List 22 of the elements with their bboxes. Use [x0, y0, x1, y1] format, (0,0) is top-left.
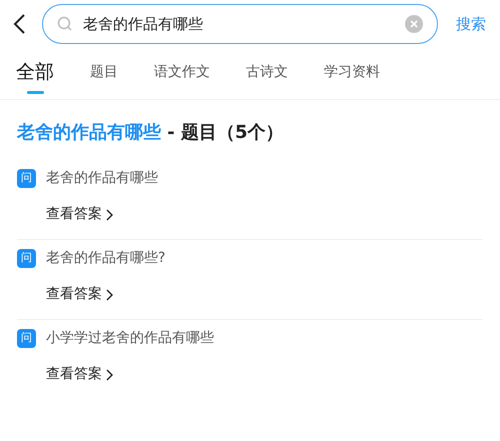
- chevron-icon: [106, 208, 113, 220]
- tab[interactable]: 古诗文: [246, 60, 288, 84]
- chevron-icon: [106, 288, 113, 300]
- question-badge: 问: [17, 249, 36, 268]
- tab[interactable]: 学习资料: [324, 60, 380, 84]
- results-heading: 老舍的作品有哪些 - 题目（5个）: [17, 121, 285, 145]
- search-field[interactable]: 老舍的作品有哪些: [42, 4, 438, 44]
- tab[interactable]: 语文作文: [154, 60, 210, 84]
- search-icon: [57, 16, 73, 32]
- view-answer-link[interactable]: 查看答案: [46, 204, 113, 225]
- view-answer-link[interactable]: 查看答案: [46, 284, 113, 305]
- view-answer-link[interactable]: 查看答案: [46, 364, 113, 385]
- search-input[interactable]: 老舍的作品有哪些: [83, 12, 405, 36]
- tab[interactable]: 全部: [16, 60, 54, 84]
- question-text: 老舍的作品有哪些: [46, 169, 158, 188]
- question-text: 老舍的作品有哪些?: [46, 249, 166, 268]
- question-badge: 问: [17, 329, 36, 348]
- question-badge: 问: [17, 169, 36, 188]
- chevron-icon: [106, 368, 113, 380]
- back-icon[interactable]: [12, 13, 26, 35]
- question-text: 小学学过老舍的作品有哪些: [46, 329, 214, 348]
- tab[interactable]: 题目: [90, 60, 118, 84]
